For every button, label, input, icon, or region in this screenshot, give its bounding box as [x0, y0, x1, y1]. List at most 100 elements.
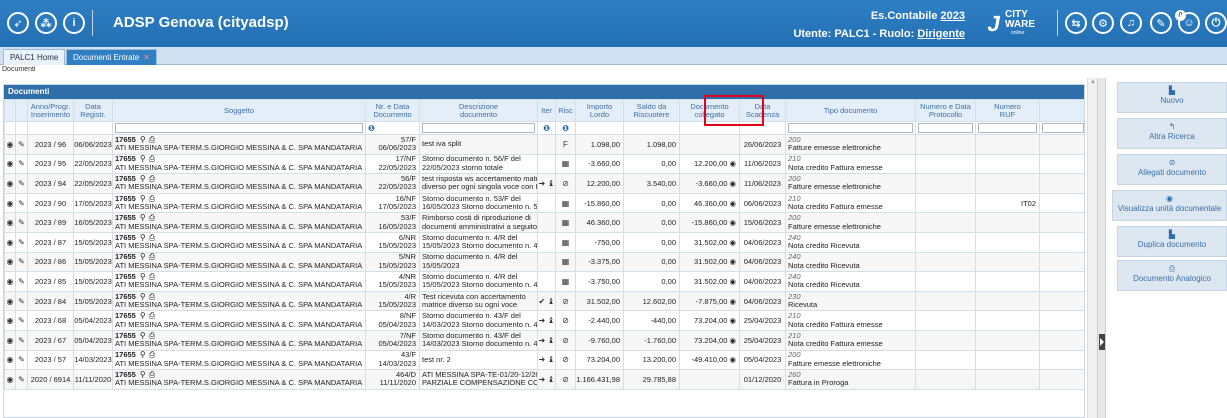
iter-icon[interactable] [537, 192, 556, 214]
iter-icon[interactable]: ➜ ♝ [537, 310, 556, 331]
filter-descrizione-input[interactable] [422, 123, 535, 133]
es-contabile-year-link[interactable]: 2023 [941, 10, 965, 22]
power-icon[interactable]: ⏻ [1205, 12, 1227, 34]
table-row[interactable]: ◉ ✎ 2023 / 84 15/05/2023 17655 ⚲⎙ ATI MESSINA … [4, 290, 1084, 312]
view-icon[interactable]: ◉ [4, 231, 16, 253]
iter-icon[interactable] [537, 134, 556, 155]
table-row[interactable]: ◉ ✎ 2023 / 67 05/04/2023 17655 ⚲⎙ ATI MESSINA … [4, 329, 1084, 351]
table-row[interactable]: ◉ ✎ 2023 / 68 05/04/2023 17655 ⚲⎙ ATI MESSINA … [4, 310, 1084, 331]
cell-documento-collegato[interactable]: 12.200,00 ◉ [679, 153, 740, 175]
edit-icon[interactable]: ✎ [15, 290, 28, 312]
cell-documento-collegato[interactable]: 31.502,00 ◉ [679, 251, 740, 273]
cell-documento-collegato[interactable] [679, 134, 740, 155]
close-icon[interactable]: ✕ [143, 53, 150, 62]
cell-documento-collegato[interactable]: 31.502,00 ◉ [679, 231, 740, 253]
col-saldo[interactable]: Saldo da Riscuotere [623, 99, 680, 122]
info-icon[interactable]: i [63, 12, 85, 34]
edit-icon[interactable]: ✎ [15, 134, 28, 155]
scroll-up-icon[interactable]: ▲ [1089, 79, 1097, 87]
role-link[interactable]: Dirigente [917, 28, 965, 40]
risc-icon[interactable]: ⊘ [555, 310, 576, 331]
allegati-button[interactable]: ⊘ Allegati documento [1117, 154, 1227, 185]
col-risc[interactable]: Risc [555, 99, 576, 122]
edit-icon[interactable]: ✎ [15, 349, 28, 371]
col-documento-collegato[interactable]: Documento collegato [679, 99, 740, 122]
risc-icon[interactable]: ▦ [555, 251, 576, 273]
view-icon[interactable]: ◉ [4, 329, 16, 351]
view-icon[interactable]: ◉ [4, 271, 16, 292]
risc-icon[interactable]: ⊘ [555, 329, 576, 351]
switch-icon[interactable]: ⇆ [1065, 12, 1087, 34]
table-row[interactable]: ◉ ✎ 2023 / 89 16/05/2023 17655 ⚲⎙ ATI MESSINA … [4, 212, 1084, 233]
table-row[interactable]: ◉ ✎ 2023 / 86 15/05/2023 17655 ⚲⎙ ATI MESSINA … [4, 251, 1084, 273]
table-row[interactable]: ◉ ✎ 2023 / 94 22/05/2023 17655 ⚲⎙ ATI MESSINA … [4, 173, 1084, 194]
col-tipo[interactable]: Tipo documento [785, 99, 916, 122]
col-descrizione[interactable]: Descrizione documento [419, 99, 538, 122]
table-row[interactable]: ◉ ✎ 2023 / 85 15/05/2023 17655 ⚲⎙ ATI MESSINA … [4, 271, 1084, 292]
filter-ruf-input[interactable] [978, 123, 1037, 133]
risc-icon[interactable]: ⊘ [555, 369, 576, 390]
panel-splitter[interactable] [1097, 78, 1106, 418]
risc-icon[interactable]: ▦ [555, 192, 576, 214]
view-icon[interactable]: ◉ [4, 310, 16, 331]
iter-icon[interactable] [537, 231, 556, 253]
visualizza-button[interactable]: ◉ Visualizza unità documentale [1112, 190, 1227, 221]
apps-grid-icon[interactable]: ⁂ [35, 12, 57, 34]
filter-soggetto-input[interactable] [115, 123, 363, 133]
table-row[interactable]: ◉ ✎ 2023 / 95 22/05/2023 17655 ⚲⎙ ATI MESSINA … [4, 153, 1084, 175]
table-row[interactable]: ◉ ✎ 2023 / 87 15/05/2023 17655 ⚲⎙ ATI MESSINA … [4, 231, 1084, 253]
table-row[interactable]: ◉ ✎ 2020 / 6914 11/11/2020 17655 ⚲⎙ ATI MESSIN… [4, 369, 1084, 390]
col-nr-data[interactable]: Nr. e Data Documento [365, 99, 420, 122]
risc-icon[interactable]: F [555, 134, 576, 155]
edit-icon[interactable]: ✎ [15, 310, 28, 331]
table-row[interactable]: ◉ ✎ 2023 / 90 17/05/2023 17655 ⚲⎙ ATI MESSINA … [4, 192, 1084, 214]
cell-documento-collegato[interactable]: -49.410,00 ◉ [679, 349, 740, 371]
col-data[interactable]: Data Registr. [73, 99, 113, 122]
table-row[interactable]: ◉ ✎ 2023 / 57 14/03/2023 17655 ⚲⎙ ATI MESSINA … [4, 349, 1084, 371]
edit-icon[interactable]: ✎ [15, 173, 28, 194]
risc-icon[interactable]: ⊘ [555, 290, 576, 312]
duplica-button[interactable]: ▙ Duplica documento [1117, 226, 1227, 257]
risc-icon[interactable]: ▦ [555, 271, 576, 292]
view-icon[interactable]: ◉ [4, 349, 16, 371]
edit-icon[interactable]: ✎ [15, 329, 28, 351]
cell-documento-collegato[interactable]: -7.875,00 ◉ [679, 290, 740, 312]
risc-icon[interactable]: ⊘ [555, 173, 576, 194]
col-soggetto[interactable]: Soggetto [112, 99, 366, 122]
grid-scrollbar[interactable]: ▲ [1087, 78, 1097, 418]
tab-documenti-entrate[interactable]: Documenti Entrate ✕ [66, 49, 157, 65]
edit-icon[interactable]: ✎ [15, 251, 28, 273]
col-importo[interactable]: Importo Lordo [575, 99, 624, 122]
view-icon[interactable]: ◉ [4, 153, 16, 175]
cell-documento-collegato[interactable]: 31.502,00 ◉ [679, 271, 740, 292]
table-row[interactable]: ◉ ✎ 2023 / 96 06/06/2023 17655 ⚲⎙ ATI MESSINA … [4, 134, 1084, 155]
edit-icon[interactable]: ✎ [15, 369, 28, 390]
filter-extra-input[interactable] [1042, 123, 1084, 133]
rocket-icon[interactable]: ➶ [7, 12, 29, 34]
edit-icon[interactable]: ✎ [15, 192, 28, 214]
risc-icon[interactable]: ▦ [555, 153, 576, 175]
col-protocollo[interactable]: Numero e Data Protocollo [915, 99, 976, 122]
col-ruf[interactable]: Numero RUF [975, 99, 1040, 122]
new-button[interactable]: ▙ Nuovo [1117, 82, 1227, 113]
iter-icon[interactable] [537, 212, 556, 233]
iter-icon[interactable]: ✔ ♝ [537, 290, 556, 312]
iter-icon[interactable]: ➜ ♝ [537, 173, 556, 194]
iter-icon[interactable] [537, 271, 556, 292]
analogico-button[interactable]: ⎙ Documento Analogico [1117, 260, 1227, 291]
filter-tipo-input[interactable] [788, 123, 913, 133]
view-icon[interactable]: ◉ [4, 173, 16, 194]
iter-icon[interactable] [537, 153, 556, 175]
view-icon[interactable]: ◉ [4, 290, 16, 312]
view-icon[interactable]: ◉ [4, 192, 16, 214]
cell-documento-collegato[interactable] [679, 369, 740, 390]
iter-icon[interactable]: ➜ ♝ [537, 329, 556, 351]
settings-icon[interactable]: ⚙ [1092, 12, 1114, 34]
cell-documento-collegato[interactable]: 73.204,00 ◉ [679, 329, 740, 351]
cell-documento-collegato[interactable]: -15.860,00 ◉ [679, 212, 740, 233]
filter-protocollo-input[interactable] [918, 123, 973, 133]
tools-icon[interactable]: ✎ [1150, 12, 1172, 34]
altra-ricerca-button[interactable]: ↰ Altra Ricerca [1117, 118, 1227, 149]
iter-icon[interactable] [537, 251, 556, 273]
view-icon[interactable]: ◉ [4, 369, 16, 390]
